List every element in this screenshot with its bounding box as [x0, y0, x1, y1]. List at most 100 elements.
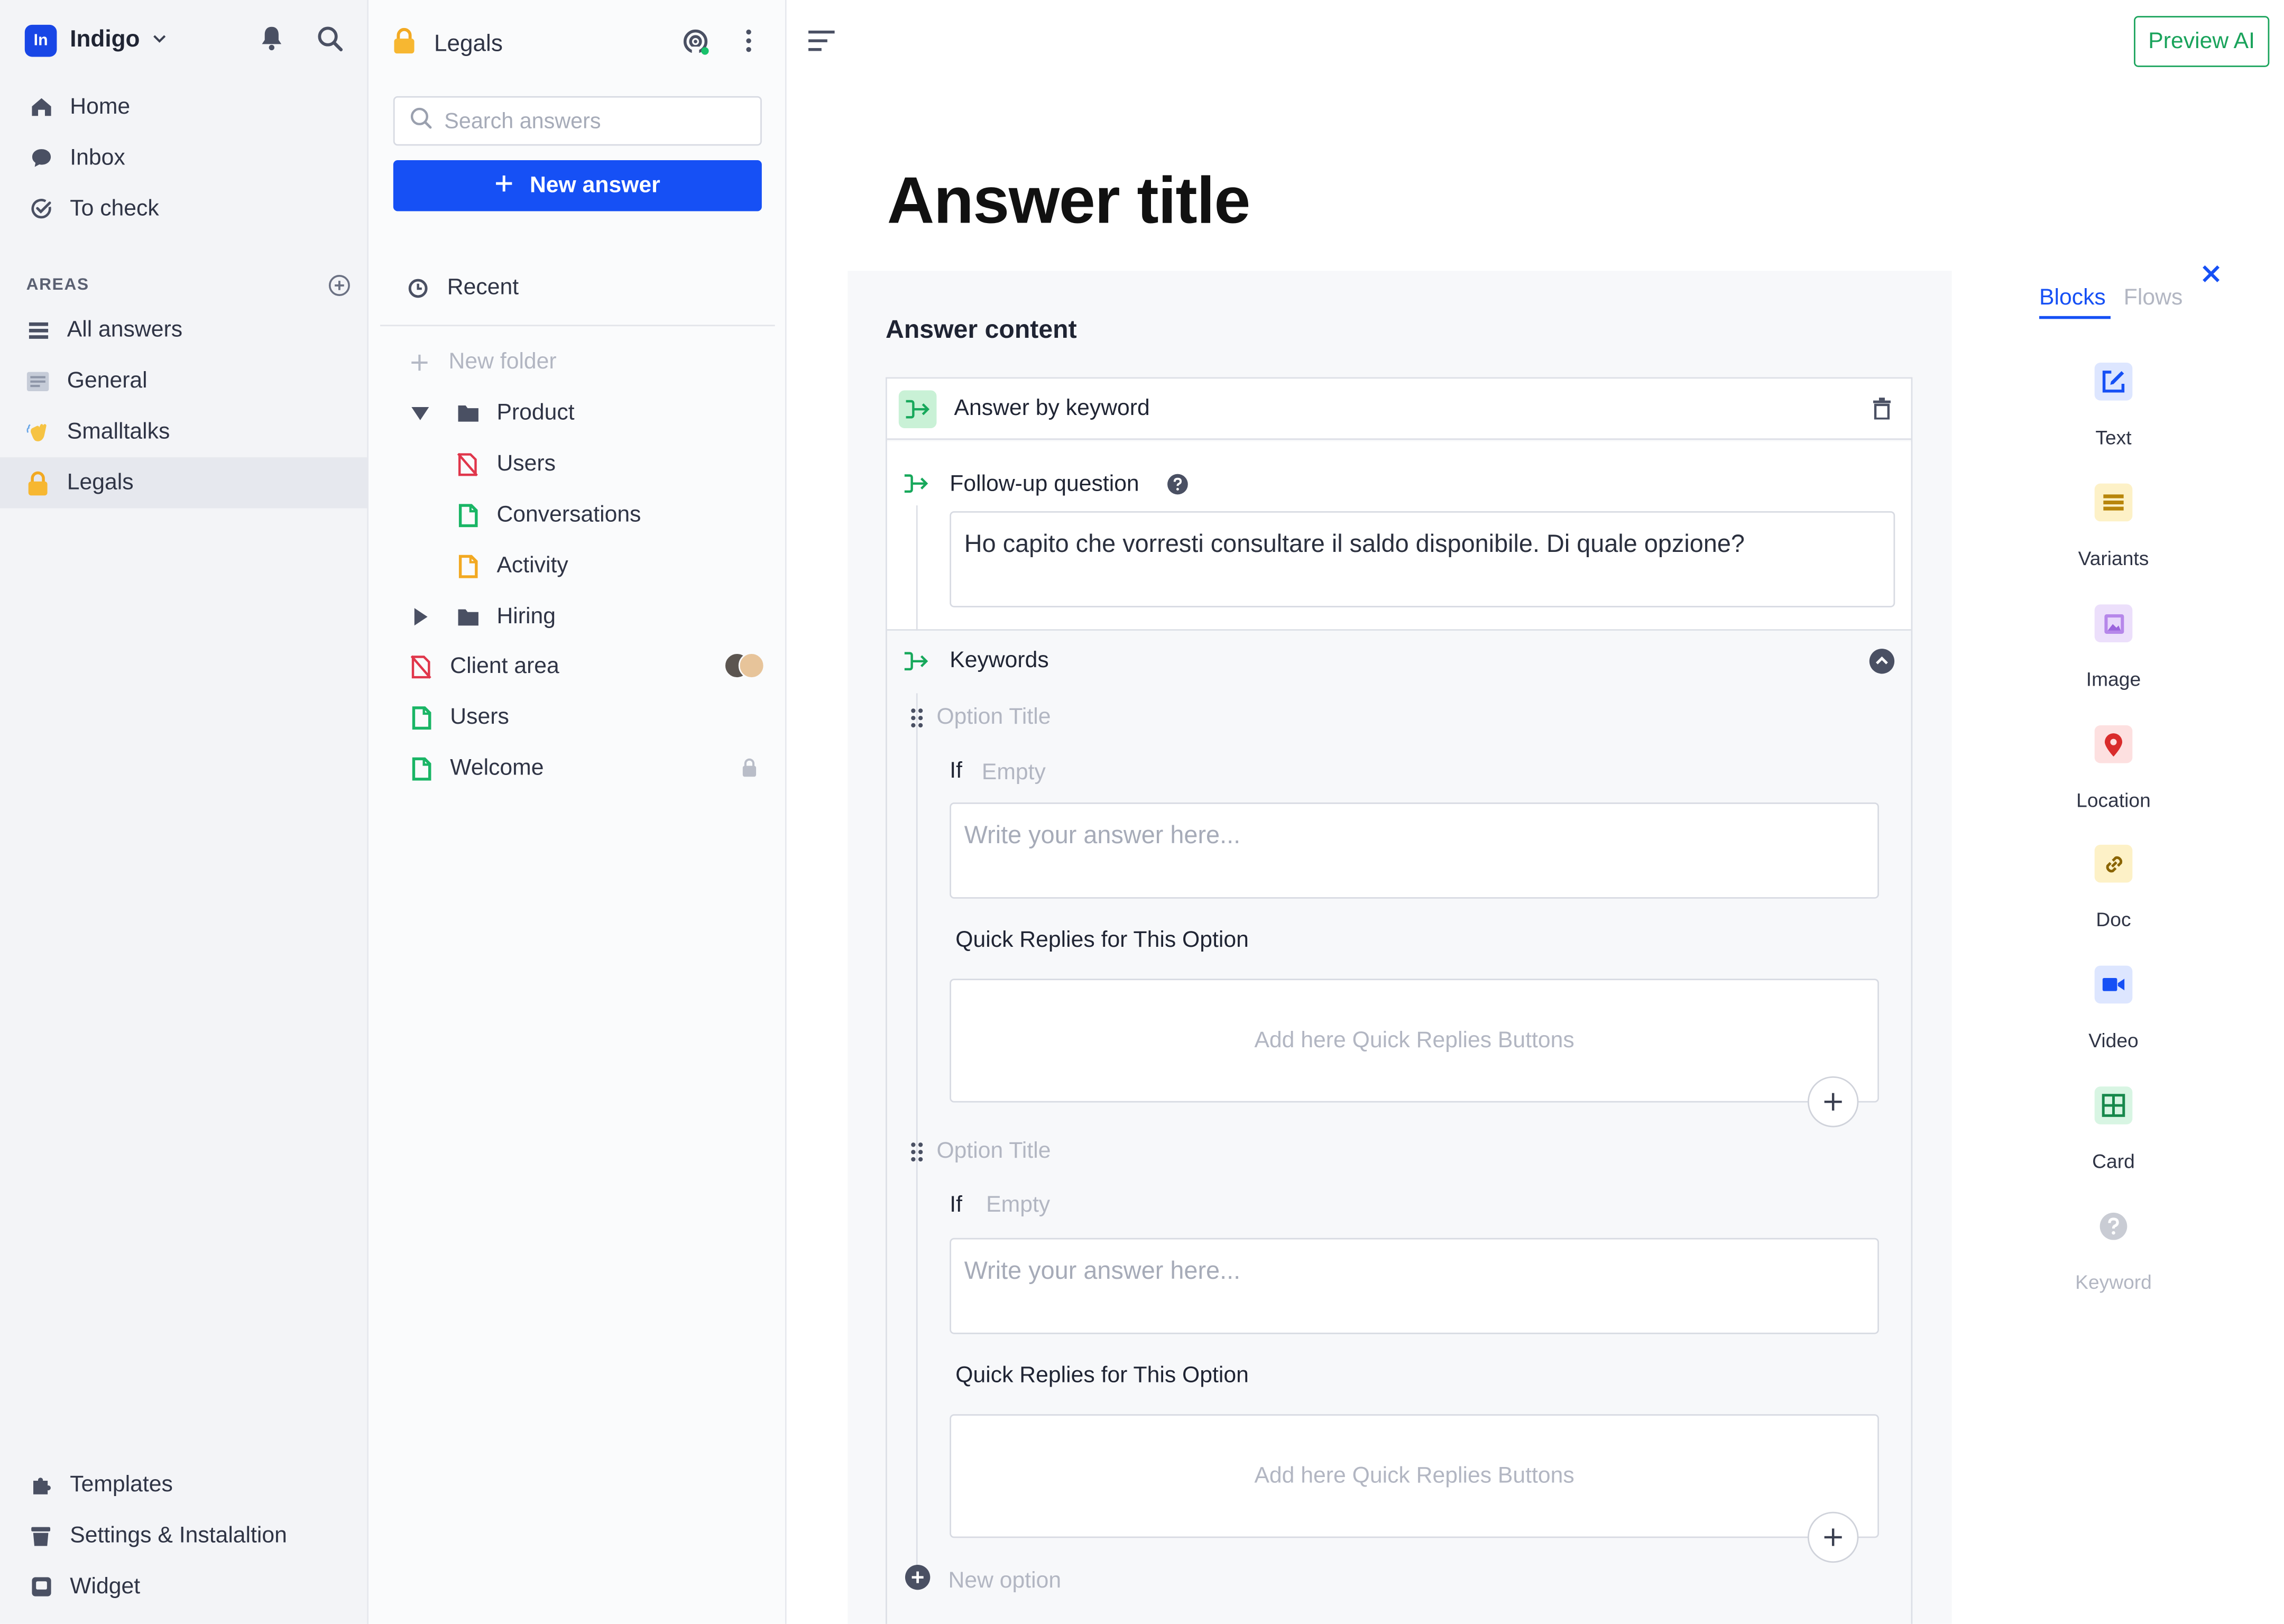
check-circle-icon [29, 197, 52, 220]
newspaper-icon [26, 369, 50, 392]
quick-replies-label: Quick Replies for This Option [955, 927, 1249, 953]
help-icon[interactable] [1167, 473, 1189, 502]
more-vertical-icon[interactable] [744, 27, 753, 61]
add-quick-reply-button[interactable] [1807, 1511, 1859, 1563]
area-label: General [67, 367, 148, 393]
option-answer-input[interactable]: Write your answer here... [950, 1238, 1879, 1334]
recent-item[interactable]: Recent [407, 262, 519, 313]
area-legals[interactable]: Legals [0, 457, 369, 509]
tab-flows[interactable]: Flows [2124, 285, 2183, 312]
option-answer-input[interactable]: Write your answer here... [950, 802, 1879, 899]
search-icon[interactable] [316, 25, 344, 60]
drag-handle-icon[interactable] [910, 708, 924, 735]
area-all-answers[interactable]: All answers [0, 304, 369, 355]
block-tool-location[interactable]: Location [2041, 725, 2187, 811]
answer-client-area[interactable]: Client area [409, 641, 765, 691]
help-icon [2095, 1207, 2133, 1245]
add-quick-reply-button[interactable] [1807, 1076, 1859, 1128]
divider [380, 325, 775, 327]
new-option-label: New option [948, 1567, 1062, 1593]
panel-title: Legals [434, 31, 503, 57]
option-title-field[interactable]: Option Title [936, 705, 1051, 731]
block-tool-variants[interactable]: Variants [2041, 483, 2187, 570]
workspace-switcher[interactable]: In Indigo [24, 24, 168, 57]
block-tool-image[interactable]: Image [2041, 604, 2187, 690]
follow-up-question-input[interactable]: Ho capito che vorresti consultare il sal… [950, 511, 1895, 607]
answer-label: Activity [496, 552, 568, 578]
nav-inbox[interactable]: Inbox [0, 133, 369, 183]
nav-settings[interactable]: Settings & Instalaltion [0, 1510, 369, 1561]
block-tool-doc[interactable]: Doc [2041, 844, 2187, 930]
close-icon[interactable] [2203, 264, 2220, 290]
folder-hiring[interactable]: Hiring [413, 592, 556, 642]
if-condition-field[interactable]: Empty [986, 1193, 1050, 1219]
branch-icon [903, 651, 929, 678]
chevron-down-icon [151, 27, 167, 54]
block-tool-text[interactable]: Text [2041, 362, 2187, 449]
video-icon [2094, 965, 2133, 1004]
nav-widget[interactable]: Widget [0, 1561, 369, 1612]
preview-ai-button[interactable]: Preview AI [2134, 16, 2270, 67]
answer-conversations[interactable]: Conversations [456, 490, 641, 540]
new-option-button[interactable]: New option [905, 1564, 1061, 1598]
waving-hand-icon [26, 420, 50, 444]
answer-by-keyword-block: Answer by keyword Follow-up question Ho … [886, 377, 1913, 1624]
guide-line [916, 693, 918, 1567]
quick-replies-dropzone[interactable]: Add here Quick Replies Buttons [950, 979, 1879, 1103]
block-tool-video[interactable]: Video [2041, 965, 2187, 1052]
plus-icon [408, 350, 431, 374]
folder-product[interactable]: Product [411, 387, 575, 438]
area-general[interactable]: General [0, 355, 369, 406]
widget-icon [29, 1575, 52, 1599]
area-smalltalks[interactable]: Smalltalks [0, 407, 369, 457]
areas-heading: AREAS [26, 276, 89, 294]
home-icon [29, 95, 52, 118]
sidebar: In Indigo Home Inbox To check AREAS All … [0, 0, 369, 1624]
block-title: Answer by keyword [954, 395, 1150, 420]
collaborator-avatars [724, 652, 765, 679]
doc-disabled-icon [409, 654, 432, 678]
quick-replies-dropzone[interactable]: Add here Quick Replies Buttons [950, 1414, 1879, 1538]
keyword-branch-icon [898, 389, 937, 428]
answer-users-root[interactable]: Users [409, 692, 509, 743]
block-tool-label: Card [2092, 1150, 2135, 1173]
lock-icon [741, 758, 757, 785]
tab-blocks[interactable]: Blocks [2039, 285, 2106, 312]
new-answer-button[interactable]: New answer [393, 160, 762, 211]
plus-icon [1824, 1528, 1842, 1546]
area-label: Legals [67, 469, 134, 495]
follow-up-section: Follow-up question Ho capito che vorrest… [887, 441, 1911, 631]
block-tool-label: Variants [2078, 547, 2149, 570]
caret-down-icon [411, 405, 432, 420]
pin-icon [2094, 725, 2133, 763]
answer-label: Users [450, 704, 509, 729]
image-icon [2094, 604, 2133, 642]
add-area-icon[interactable] [328, 274, 351, 304]
nav-to-check[interactable]: To check [0, 183, 369, 234]
doc-green-icon [456, 503, 479, 527]
search-answers-input[interactable] [444, 108, 736, 134]
collapse-chevron-icon[interactable] [1869, 648, 1895, 681]
block-tool-card[interactable]: Card [2041, 1086, 2187, 1173]
answer-users[interactable]: Users [456, 438, 556, 489]
answer-title[interactable]: Answer title [887, 163, 1251, 239]
workspace-name: Indigo [70, 27, 140, 53]
search-answers-field[interactable] [393, 96, 762, 146]
if-condition-field[interactable]: Empty [982, 760, 1046, 787]
answer-welcome[interactable]: Welcome [409, 743, 765, 793]
nav-home[interactable]: Home [0, 81, 369, 132]
delete-icon[interactable] [1873, 398, 1891, 427]
new-folder-item[interactable]: New folder [408, 336, 557, 387]
guide-line [916, 505, 918, 631]
option-title-field[interactable]: Option Title [936, 1139, 1051, 1165]
collapse-menu-icon[interactable] [808, 29, 836, 60]
answer-activity[interactable]: Activity [456, 540, 568, 591]
block-tool-label: Video [2088, 1029, 2139, 1052]
drag-handle-icon[interactable] [910, 1142, 924, 1169]
nav-templates-label: Templates [70, 1471, 173, 1497]
broadcast-icon[interactable] [681, 27, 711, 64]
block-tool-label: Image [2086, 668, 2141, 690]
edit-icon [2094, 362, 2133, 401]
bell-icon[interactable] [258, 23, 286, 60]
nav-templates[interactable]: Templates [0, 1460, 369, 1510]
